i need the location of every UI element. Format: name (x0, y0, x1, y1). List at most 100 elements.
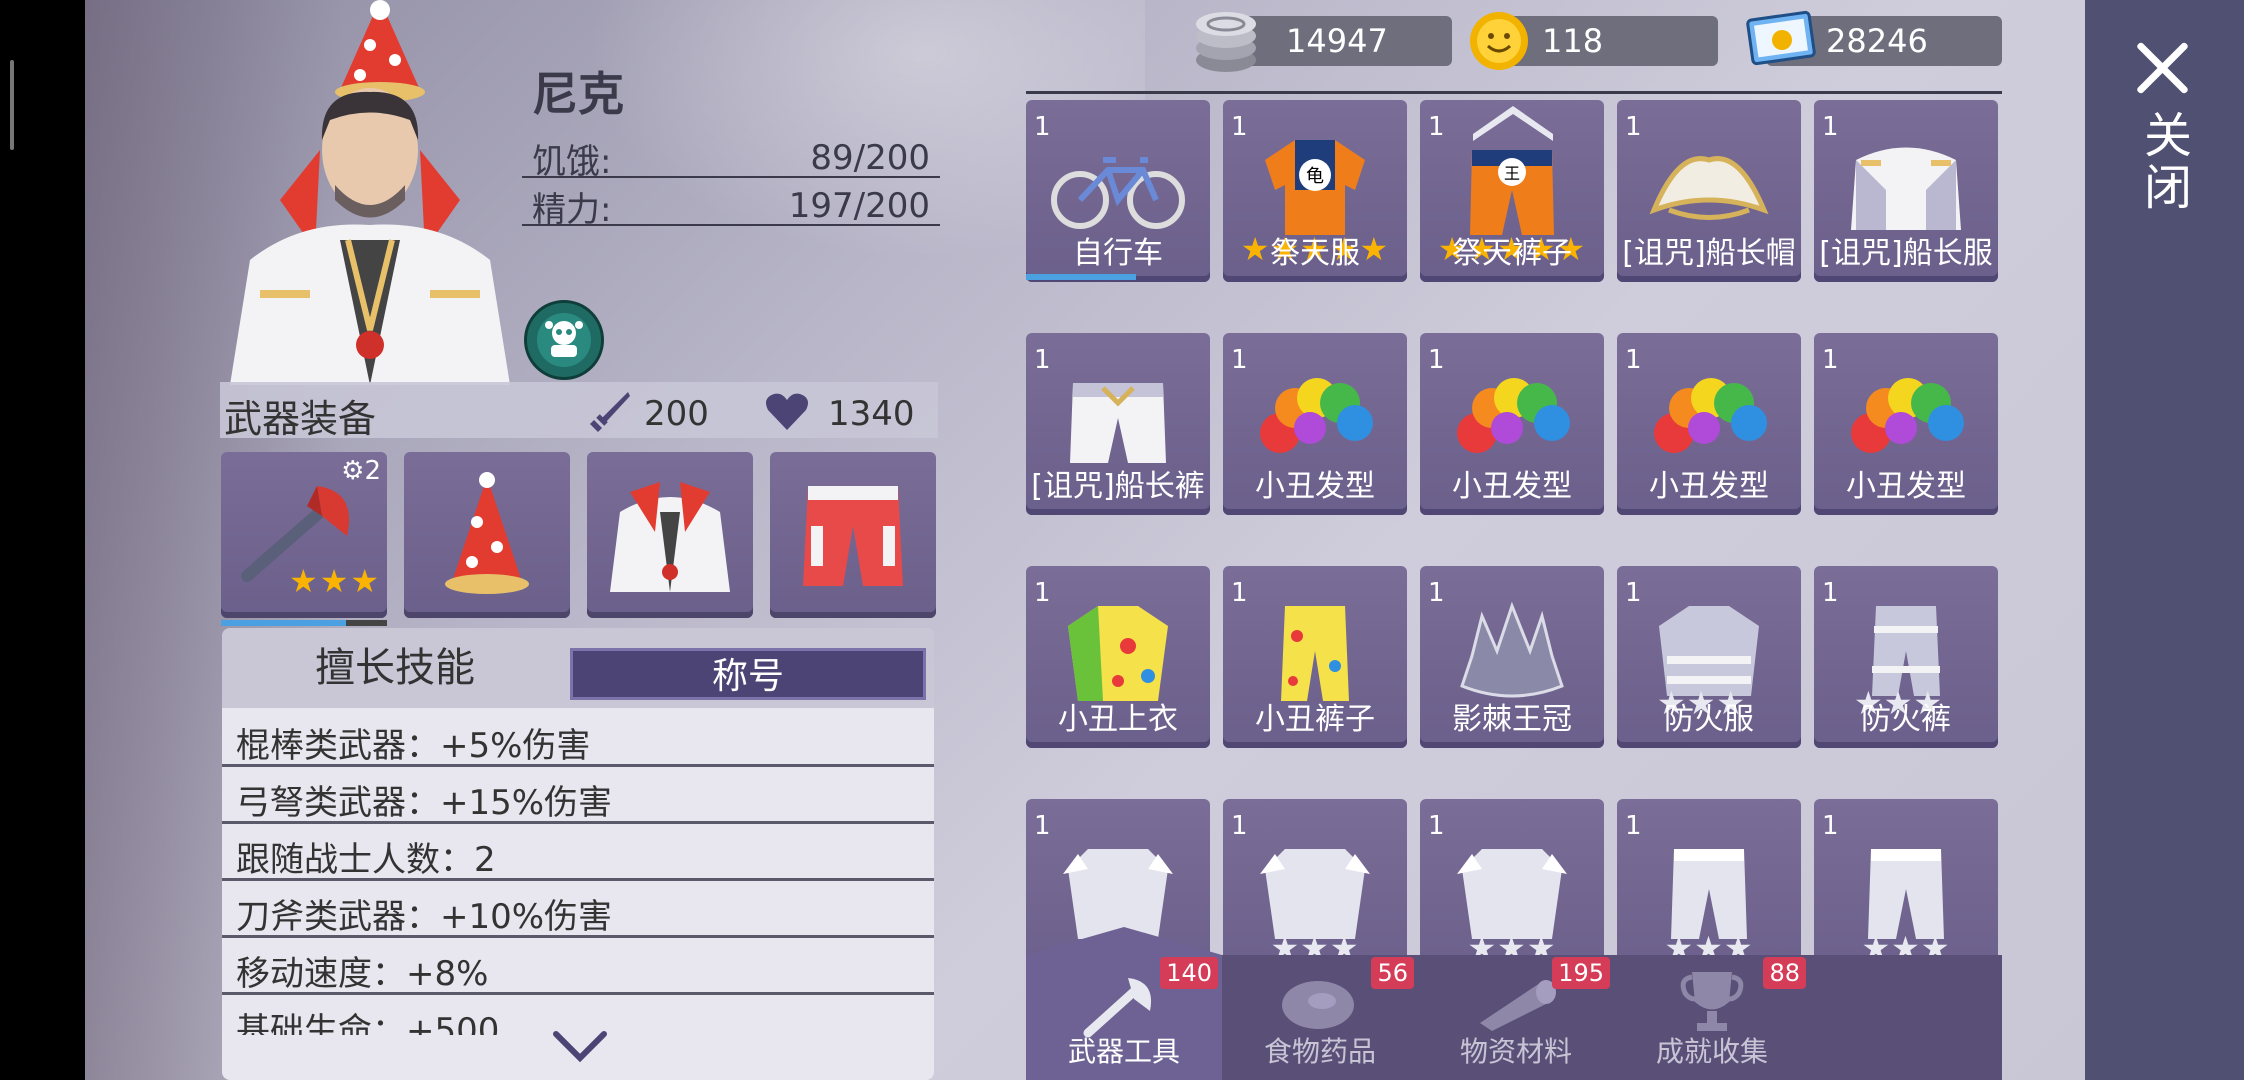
item-name: 影棘王冠 (1452, 702, 1572, 737)
close-button[interactable] (2132, 38, 2192, 98)
sword-icon (590, 392, 630, 432)
tab-badge: 195 (1552, 957, 1610, 989)
weapon-equipment-title: 武器装备 (224, 397, 377, 441)
equip-slot-pants[interactable] (770, 452, 936, 618)
inventory-item[interactable]: 1 龟 ★★★★★ 祭天服 (1223, 100, 1407, 282)
armor-pants-icon (1671, 849, 1747, 939)
energy-value: 197/200 (788, 186, 930, 226)
skill-item: 跟随战士人数：2 (222, 824, 934, 881)
star-rating: ★★★ (1861, 929, 1951, 956)
skills-panel: 擅长技能 称号 棍棒类武器：+5%伤害 弓弩类武器：+15%伤害 跟随战士人数：… (222, 628, 934, 1080)
inventory-item[interactable]: 1 小丑发型 (1223, 333, 1407, 515)
equip-slot-clothes[interactable] (587, 452, 753, 618)
skill-item: 棍棒类武器：+5%伤害 (222, 710, 934, 767)
meat-icon (1282, 981, 1354, 1029)
tab-label: 物资材料 (1459, 1035, 1572, 1068)
skill-item: 移动速度：+8% (222, 938, 934, 995)
tab-label: 成就收集 (1655, 1035, 1768, 1068)
equip-slot-weapon[interactable]: ⚙2 ★★★ (221, 452, 387, 626)
armor-icon (1260, 849, 1370, 939)
rainbow-wig-icon (1457, 378, 1570, 453)
inventory-item[interactable]: 1 ★★★ (1617, 799, 1801, 956)
item-name: 小丑发型 (1255, 469, 1375, 504)
armor-icon (1063, 849, 1173, 939)
tab-food-medicine[interactable]: 56 食物药品 (1222, 955, 1418, 1080)
tab-label: 食物药品 (1263, 1035, 1376, 1068)
item-name: 自行车 (1073, 236, 1163, 271)
star-rating: ★★★ (289, 562, 382, 600)
tab-skills[interactable]: 擅长技能 (222, 638, 568, 698)
clown-trousers-icon (1281, 606, 1349, 701)
heart-icon (766, 393, 808, 430)
inventory-item[interactable]: 1 小丑裤子 (1223, 566, 1407, 748)
log-icon (1480, 980, 1556, 1031)
energy-stat: 精力: 197/200 (522, 176, 940, 230)
hunger-value: 89/200 (810, 138, 930, 178)
tab-achievements[interactable]: 88 成就收集 (1614, 955, 1810, 1080)
rainbow-wig-icon (1654, 378, 1767, 453)
item-name: [诅咒]船长裤 (1031, 469, 1205, 504)
item-name: 小丑发型 (1452, 469, 1572, 504)
star-rating: ★★★ (1664, 929, 1754, 956)
inventory-item[interactable]: 1 ★★★ 防火裤 (1814, 566, 1998, 748)
inventory-item[interactable]: 1 小丑发型 (1617, 333, 1801, 515)
equip-slot-hat[interactable] (404, 452, 570, 618)
clown-shirt-icon (1068, 606, 1168, 701)
tab-badge: 140 (1160, 957, 1218, 989)
chevron-down-icon[interactable] (552, 1028, 608, 1064)
character-portrait (230, 0, 510, 385)
item-name: 小丑裤子 (1255, 702, 1375, 737)
item-name: 防火裤 (1861, 702, 1951, 737)
category-tab-bar: 140 武器工具 56 食物药品 195 物资材料 88 成就收集 (1026, 927, 2002, 1080)
tab-label: 武器工具 (1067, 1035, 1180, 1068)
thorn-crown-icon (1460, 601, 1564, 698)
active-tab-marker (1026, 927, 1222, 955)
tab-title[interactable]: 称号 (570, 648, 926, 700)
durability-bar (1026, 274, 1137, 280)
close-label[interactable]: 关闭 (2128, 110, 2198, 214)
skill-text: 刀斧类武器：+10%伤害 (236, 897, 613, 937)
tab-badge: 88 (1763, 957, 1806, 989)
coin-value: 118 (1542, 22, 1604, 60)
item-name: [诅咒]船长帽 (1622, 236, 1796, 271)
ghost-skill-icon[interactable] (524, 300, 604, 380)
inventory-item[interactable]: 1 影棘王冠 (1420, 566, 1604, 748)
item-name: [诅咒]船长服 (1819, 236, 1993, 271)
inventory-item[interactable]: 1 ★★★ (1223, 799, 1407, 956)
inventory-item[interactable]: 1 [诅咒]船长裤 (1026, 333, 1210, 515)
inventory-item[interactable]: 1 [诅咒]船长帽 (1617, 100, 1801, 282)
inventory-item[interactable]: 1 小丑上衣 (1026, 566, 1210, 748)
skills-tab-bar: 擅长技能 称号 (222, 628, 934, 708)
item-name: 祭天服 (1270, 236, 1360, 271)
skill-item: 刀斧类武器：+10%伤害 (222, 881, 934, 938)
skill-text: 移动速度：+8% (236, 954, 489, 994)
clown-pants-icon (803, 486, 903, 586)
inventory-divider (1026, 91, 2002, 94)
item-name: 小丑发型 (1649, 469, 1769, 504)
armor-icon (1457, 849, 1567, 939)
inventory-item[interactable]: 1 小丑发型 (1814, 333, 1998, 515)
svg-text:王: 王 (1504, 164, 1520, 183)
tab-materials[interactable]: 195 物资材料 (1418, 955, 1614, 1080)
inventory-item[interactable]: 1 [诅咒]船长服 (1814, 100, 1998, 282)
trophy-icon (1680, 972, 1744, 1031)
item-name: 祭天裤子 (1452, 236, 1572, 271)
tab-weapons-tools[interactable]: 140 武器工具 (1026, 927, 1222, 1080)
inventory-item[interactable]: 1 王 ★★★★★ 祭天裤子 (1420, 100, 1604, 282)
smiley-coin-icon (1470, 12, 1528, 70)
inventory-item[interactable]: 1 小丑发型 (1420, 333, 1604, 515)
energy-label: 精力: (532, 190, 612, 230)
star-rating: ★★★ (1270, 929, 1360, 956)
inventory-item[interactable]: 1 ★★★ 防火服 (1617, 566, 1801, 748)
pirate-hat-icon (1649, 156, 1769, 220)
inventory-item[interactable]: 1 自行车 (1026, 100, 1210, 282)
inventory-item[interactable]: 1 ★★★ (1814, 799, 1998, 956)
captain-coat-icon (1851, 147, 1961, 230)
ticket-value: 28246 (1826, 22, 1928, 60)
rainbow-wig-icon (1260, 378, 1373, 453)
hunger-stat: 饥饿: 89/200 (522, 128, 940, 182)
skill-text: 棍棒类武器：+5%伤害 (236, 726, 591, 766)
svg-text:龟: 龟 (1306, 166, 1324, 187)
inventory-item[interactable]: 1 ★★★ (1420, 799, 1604, 956)
bicycle-icon (1051, 157, 1185, 229)
